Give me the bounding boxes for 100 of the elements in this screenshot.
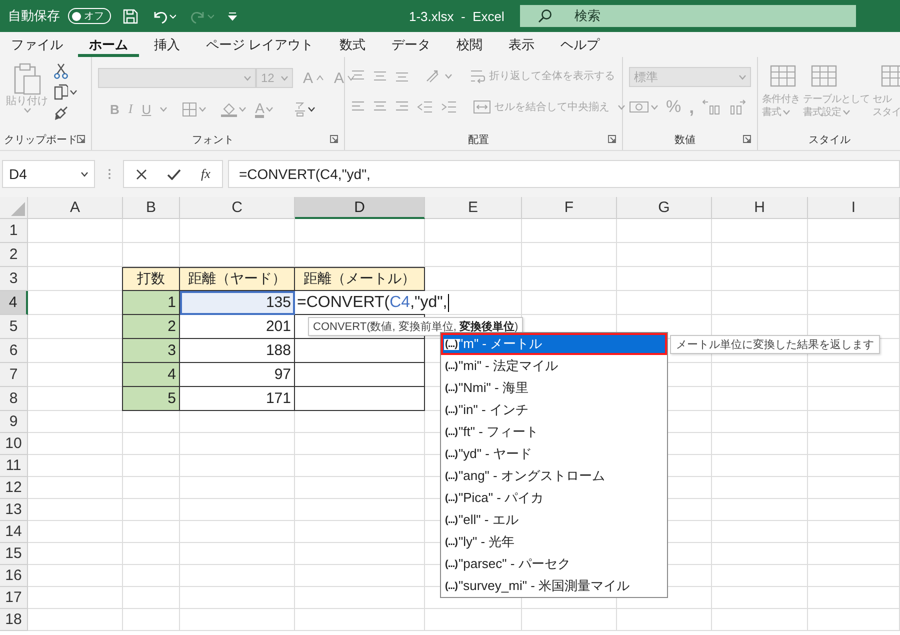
ribbon-tab[interactable]: 校閲 bbox=[446, 32, 494, 57]
row-header[interactable]: 3 bbox=[0, 267, 28, 291]
autocomplete-item[interactable]: (...)"survey_mi" - 米国測量マイル bbox=[441, 575, 667, 597]
caret-icon bbox=[70, 90, 77, 94]
row-header[interactable]: 1 bbox=[0, 219, 28, 243]
empty-cell bbox=[123, 411, 180, 433]
column-header[interactable]: G bbox=[617, 197, 712, 219]
row-header[interactable]: 10 bbox=[0, 433, 28, 455]
row-header[interactable]: 12 bbox=[0, 477, 28, 499]
autosave-toggle[interactable]: オフ bbox=[68, 8, 111, 24]
select-all-icon[interactable] bbox=[11, 202, 25, 216]
empty-cell bbox=[123, 455, 180, 477]
empty-cell bbox=[123, 543, 180, 565]
caret-icon bbox=[783, 110, 790, 115]
caret-icon bbox=[160, 106, 168, 112]
row-header[interactable]: 4 bbox=[0, 291, 28, 315]
autocomplete-item[interactable]: (...)"yd" - ヤード bbox=[441, 443, 667, 465]
merge-cells-icon bbox=[473, 100, 491, 114]
row-header[interactable]: 16 bbox=[0, 565, 28, 587]
table-grid-icon bbox=[811, 63, 837, 89]
empty-cell bbox=[123, 433, 180, 455]
ribbon-tab[interactable]: 表示 bbox=[498, 32, 546, 57]
row-header[interactable]: 14 bbox=[0, 521, 28, 543]
table-grid-icon bbox=[770, 63, 796, 89]
caret-icon bbox=[618, 104, 624, 110]
caret-icon bbox=[281, 76, 288, 80]
unit-description-tooltip: メートル単位に変換した結果を返します bbox=[670, 335, 880, 354]
ribbon-tab[interactable]: 数式 bbox=[328, 32, 377, 57]
column-header[interactable]: E bbox=[425, 197, 522, 219]
caret-icon bbox=[445, 74, 452, 78]
row-header[interactable]: 7 bbox=[0, 363, 28, 387]
table-cell: 188 bbox=[180, 339, 295, 363]
column-header[interactable]: F bbox=[522, 197, 617, 219]
autocomplete-item[interactable]: (...)"m" - メートル bbox=[441, 333, 667, 355]
column-header[interactable]: A bbox=[28, 197, 123, 219]
table-cell: 1 bbox=[123, 291, 180, 315]
enter-check-icon[interactable] bbox=[167, 168, 181, 180]
name-box[interactable]: D4 bbox=[2, 160, 95, 188]
caret-icon bbox=[308, 106, 316, 112]
ellipsis-label: (...) bbox=[444, 426, 458, 438]
wrap-text-icon bbox=[470, 68, 486, 84]
group-label: 数値 bbox=[674, 133, 696, 147]
ellipsis-label: (...) bbox=[444, 404, 458, 416]
insert-function-button[interactable]: fx bbox=[201, 166, 210, 182]
ribbon-tab[interactable]: ヘルプ bbox=[550, 32, 611, 57]
row-header[interactable]: 11 bbox=[0, 455, 28, 477]
table-cell: 距離（ヤード） bbox=[180, 267, 295, 291]
row-header[interactable]: 8 bbox=[0, 387, 28, 411]
ribbon-tab[interactable]: データ bbox=[380, 32, 442, 57]
ellipsis-label: (...) bbox=[444, 492, 458, 504]
column-header[interactable]: D bbox=[295, 197, 425, 219]
ellipsis-label: (...) bbox=[444, 580, 458, 592]
column-header[interactable]: C bbox=[180, 197, 295, 219]
empty-cell bbox=[123, 521, 180, 543]
row-header[interactable]: 2 bbox=[0, 243, 28, 267]
cell-editor[interactable]: =CONVERT(C4,"yd", bbox=[295, 291, 522, 315]
ellipsis-label: (...) bbox=[444, 558, 458, 570]
caret-icon bbox=[81, 172, 88, 176]
row-header[interactable]: 9 bbox=[0, 411, 28, 433]
up-caret-icon bbox=[316, 75, 324, 81]
ellipsis-label: (...) bbox=[444, 448, 458, 460]
column-header[interactable]: B bbox=[123, 197, 180, 219]
function-tooltip: CONVERT(数値, 変換前単位, 変換後単位) bbox=[308, 317, 524, 336]
autocomplete-item[interactable]: (...)"in" - インチ bbox=[441, 399, 667, 421]
empty-cell bbox=[123, 609, 180, 631]
cancel-icon[interactable] bbox=[136, 168, 147, 180]
row-header[interactable]: 15 bbox=[0, 543, 28, 565]
row-header[interactable]: 17 bbox=[0, 587, 28, 609]
autocomplete-item[interactable]: (...)"ang" - オングストローム bbox=[441, 465, 667, 487]
ellipsis-label: (...) bbox=[444, 470, 458, 482]
autocomplete-item[interactable]: (...)"ly" - 光年 bbox=[441, 531, 667, 553]
autocomplete-item[interactable]: (...)"parsec" - パーセク bbox=[441, 553, 667, 575]
table-grid-icon bbox=[880, 63, 900, 89]
caret-icon bbox=[199, 106, 206, 112]
customize-icon[interactable] bbox=[228, 12, 237, 20]
autocomplete-item[interactable]: (...)"ell" - エル bbox=[441, 509, 667, 531]
ribbon-tab[interactable]: ページ レイアウト bbox=[195, 32, 325, 57]
autocomplete-item[interactable]: (...)"Nmi" - 海里 bbox=[441, 377, 667, 399]
formula-field[interactable]: =CONVERT(C4,"yd", bbox=[228, 160, 900, 188]
caret-icon bbox=[24, 108, 30, 113]
table-cell: 97 bbox=[180, 363, 295, 387]
ribbon-tab[interactable]: 挿入 bbox=[143, 32, 191, 57]
row-header[interactable]: 5 bbox=[0, 315, 28, 339]
search-field[interactable]: 検索 bbox=[520, 5, 856, 27]
grip-icon bbox=[108, 168, 111, 180]
empty-cell bbox=[123, 565, 180, 587]
save-icon[interactable] bbox=[123, 8, 138, 24]
column-header[interactable]: H bbox=[712, 197, 808, 219]
row-header[interactable]: 13 bbox=[0, 499, 28, 521]
autocomplete-item[interactable]: (...)"mi" - 法定マイル bbox=[441, 355, 667, 377]
down-caret-icon bbox=[347, 75, 356, 81]
table-cell: 打数 bbox=[123, 267, 180, 291]
row-header[interactable]: 18 bbox=[0, 609, 28, 631]
table-cell: 5 bbox=[123, 387, 180, 411]
ribbon-tab[interactable]: ファイル bbox=[0, 32, 74, 57]
autocomplete-item[interactable]: (...)"ft" - フィート bbox=[441, 421, 667, 443]
autocomplete-item[interactable]: (...)"Pica" - パイカ bbox=[441, 487, 667, 509]
column-header[interactable]: I bbox=[808, 197, 900, 219]
row-header[interactable]: 6 bbox=[0, 339, 28, 363]
ellipsis-label: (...) bbox=[444, 514, 458, 526]
